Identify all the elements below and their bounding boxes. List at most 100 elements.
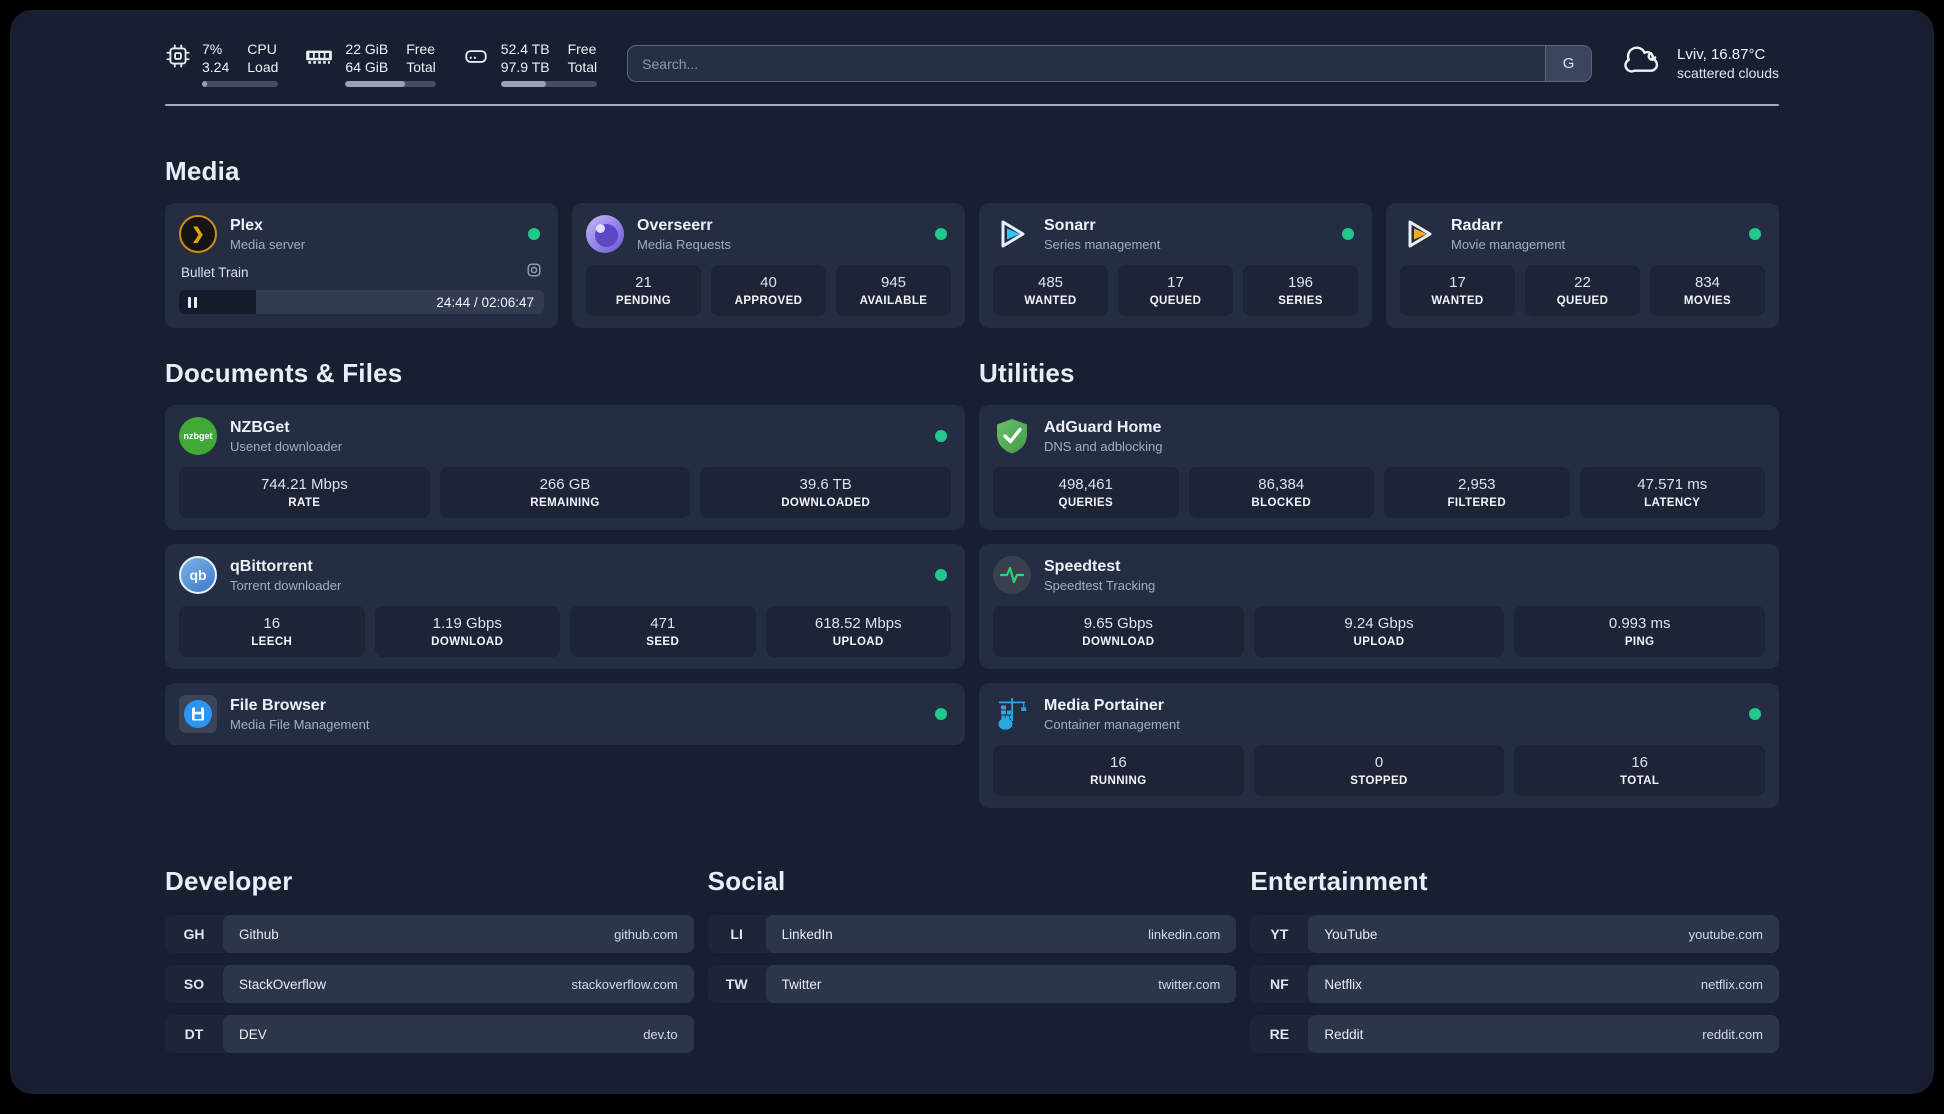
cpu-load-label: Load <box>247 59 279 75</box>
card-title: AdGuard Home <box>1044 419 1162 436</box>
card-title: qBittorrent <box>230 558 313 575</box>
card-title: Overseerr <box>637 217 713 234</box>
memory-stat: 22 GiB 64 GiB Free Total <box>304 40 436 87</box>
card-speedtest[interactable]: Speedtest Speedtest Tracking 9.65 Gbps D… <box>979 544 1779 669</box>
section-title-media: Media <box>165 156 240 186</box>
card-qbittorrent[interactable]: qb qBittorrent Torrent downloader 16 LEE… <box>165 544 965 669</box>
memory-total-label: Total <box>406 59 436 75</box>
stat-series: 196 SERIES <box>1243 265 1358 316</box>
stat-movies: 834 MOVIES <box>1650 265 1765 316</box>
stat-downloaded: 39.6 TB DOWNLOADED <box>700 467 952 518</box>
weather-location-temp: Lviv, 16.87°C <box>1677 46 1766 63</box>
bookmark-name: DEV <box>239 1026 267 1042</box>
plex-now-playing: Bullet Train 24:44 / 02:06:47 <box>179 262 544 314</box>
bookmark-name: Netflix <box>1324 976 1362 992</box>
status-dot <box>935 430 947 442</box>
stat-queries: 498,461 QUERIES <box>993 467 1179 518</box>
bookmark-reddit[interactable]: RE Reddit reddit.com <box>1250 1015 1779 1053</box>
card-radarr[interactable]: Radarr Movie management 17 WANTED 22 QUE… <box>1386 203 1779 328</box>
card-plex[interactable]: ❯ Plex Media server Bullet Train 24:44 /… <box>165 203 558 328</box>
section-title-social: Social <box>707 866 786 896</box>
playback-time: 24:44 / 02:06:47 <box>436 294 534 310</box>
card-title: NZBGet <box>230 419 290 436</box>
search-engine-button[interactable]: G <box>1545 46 1592 81</box>
card-title: Media Portainer <box>1044 697 1165 714</box>
card-subtitle: Container management <box>1044 717 1180 732</box>
bookmark-url: stackoverflow.com <box>571 976 678 992</box>
weather-condition: scattered clouds <box>1677 65 1779 81</box>
bookmark-url: netflix.com <box>1700 976 1763 992</box>
sonarr-icon <box>993 215 1031 253</box>
now-playing-title: Bullet Train <box>181 265 249 280</box>
stat-blocked: 86,384 BLOCKED <box>1188 467 1374 518</box>
card-overseerr[interactable]: Overseerr Media Requests 21 PENDING 40 A… <box>572 203 965 328</box>
cpu-usage-label: CPU <box>247 41 277 57</box>
system-stats: 7% 3.24 CPU Load 22 GiB 64 GiB Free Tota… <box>165 40 598 87</box>
bookmark-name: StackOverflow <box>239 976 327 992</box>
stat-pending: 21 PENDING <box>586 265 701 316</box>
bookmark-abbr: SO <box>183 976 205 992</box>
card-title: File Browser <box>230 697 327 714</box>
bookmarks-developer: Developer GH Github github.com SO StackO… <box>165 866 694 1053</box>
stat-total: 16 TOTAL <box>1514 745 1766 796</box>
bookmark-url: github.com <box>614 926 678 942</box>
card-adguard[interactable]: AdGuard Home DNS and adblocking 498,461 … <box>979 405 1779 530</box>
bookmark-url: twitter.com <box>1158 976 1221 992</box>
memory-progress-bar <box>345 81 436 87</box>
cpu-usage-value: 7% <box>202 41 223 57</box>
card-sonarr[interactable]: Sonarr Series management 485 WANTED 17 Q… <box>979 203 1372 328</box>
session-info-icon[interactable] <box>526 262 542 283</box>
bookmark-url: linkedin.com <box>1148 926 1221 942</box>
card-subtitle: Movie management <box>1451 237 1566 252</box>
section-title-utilities: Utilities <box>979 358 1075 388</box>
stat-queued: 17 QUEUED <box>1118 265 1233 316</box>
card-nzbget[interactable]: nzbget NZBGet Usenet downloader 744.21 M… <box>165 405 965 530</box>
speedtest-pulse-icon <box>993 556 1031 594</box>
bookmark-twitter[interactable]: TW Twitter twitter.com <box>707 965 1237 1003</box>
bookmark-stackoverflow[interactable]: SO StackOverflow stackoverflow.com <box>165 965 694 1003</box>
dashboard: 7% 3.24 CPU Load 22 GiB 64 GiB Free Tota… <box>10 10 1934 1094</box>
storage-progress-bar <box>500 81 598 87</box>
card-portainer[interactable]: Media Portainer Container management 16 … <box>979 683 1779 808</box>
card-title: Sonarr <box>1044 217 1096 234</box>
card-subtitle: Speedtest Tracking <box>1044 578 1156 593</box>
section-title-documents: Documents & Files <box>165 358 403 388</box>
pause-icon[interactable] <box>188 296 197 308</box>
bookmark-abbr: TW <box>725 976 748 992</box>
topbar: 7% 3.24 CPU Load 22 GiB 64 GiB Free Tota… <box>165 40 1779 87</box>
bookmark-youtube[interactable]: YT YouTube youtube.com <box>1250 915 1779 953</box>
bookmark-url: reddit.com <box>1702 1026 1763 1042</box>
stat-upload: 618.52 Mbps UPLOAD <box>765 606 951 657</box>
bookmark-github[interactable]: GH Github github.com <box>165 915 694 953</box>
search-bar: G <box>627 45 1593 82</box>
weather-widget: Lviv, 16.87°C scattered clouds <box>1622 44 1779 83</box>
card-subtitle: Series management <box>1044 237 1161 252</box>
media-grid: ❯ Plex Media server Bullet Train 24:44 /… <box>165 203 1779 328</box>
bookmark-abbr: DT <box>184 1026 204 1042</box>
plex-icon: ❯ <box>179 215 217 253</box>
card-subtitle: Media Requests <box>637 237 731 252</box>
cpu-stat: 7% 3.24 CPU Load <box>165 40 279 87</box>
filebrowser-icon <box>179 695 217 733</box>
card-filebrowser[interactable]: File Browser Media File Management <box>165 683 965 745</box>
portainer-crane-icon <box>993 695 1031 733</box>
bookmark-dev[interactable]: DT DEV dev.to <box>165 1015 694 1053</box>
bookmarks-social: Social LI LinkedIn linkedin.com TW Twitt… <box>707 866 1237 1053</box>
bookmark-netflix[interactable]: NF Netflix netflix.com <box>1250 965 1779 1003</box>
stat-seed: 471 SEED <box>570 606 756 657</box>
card-subtitle: Usenet downloader <box>230 439 343 454</box>
status-dot <box>1749 228 1761 240</box>
bookmark-linkedin[interactable]: LI LinkedIn linkedin.com <box>707 915 1237 953</box>
storage-total-label: Total <box>567 59 598 75</box>
storage-free-value: 52.4 TB <box>500 41 550 57</box>
search-input[interactable] <box>627 45 1593 82</box>
status-dot <box>1342 228 1354 240</box>
bookmark-abbr: NF <box>1269 976 1289 992</box>
bookmark-url: youtube.com <box>1688 926 1763 942</box>
cpu-progress-bar <box>202 81 279 87</box>
playback-progress-bar[interactable]: 24:44 / 02:06:47 <box>179 290 544 314</box>
status-dot <box>935 228 947 240</box>
stat-download: 9.65 Gbps DOWNLOAD <box>993 606 1244 657</box>
stat-leech: 16 LEECH <box>179 606 365 657</box>
stat-available: 945 AVAILABLE <box>836 265 951 316</box>
